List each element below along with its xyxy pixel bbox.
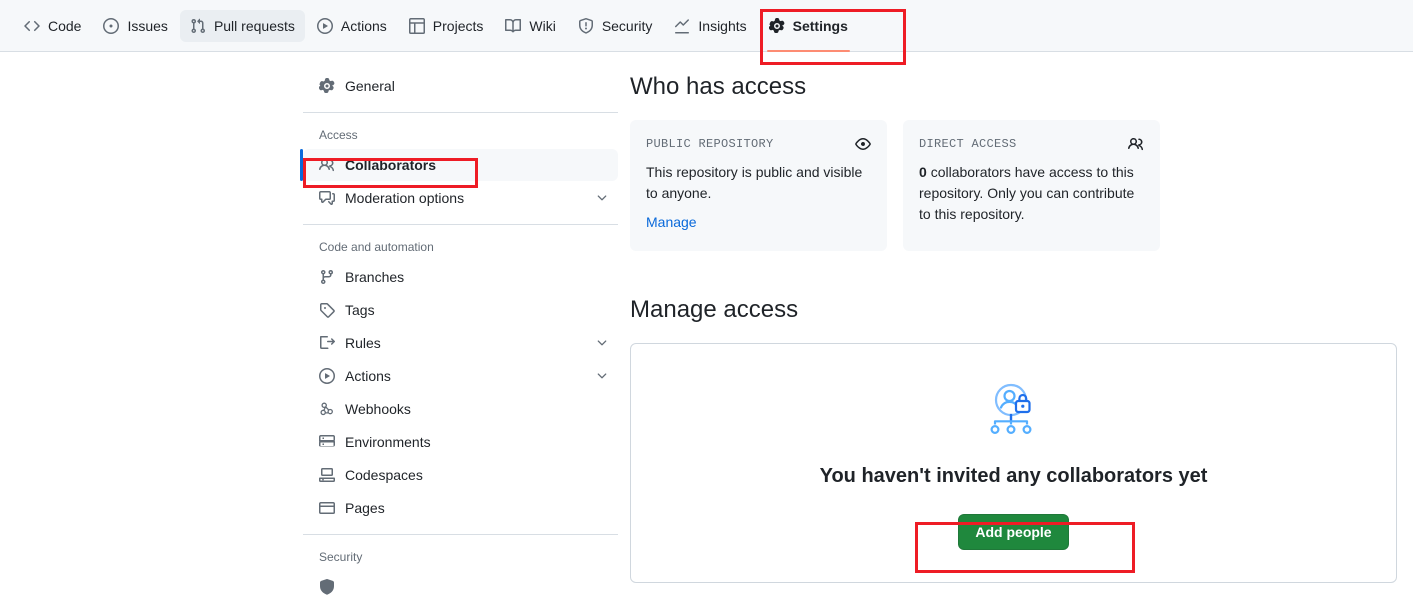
nav-item-label: Projects [432,17,484,34]
nav-item-actions[interactable]: Actions [307,10,397,42]
code-icon [24,18,40,34]
git-pull-request-icon [190,18,206,34]
server-icon [319,434,335,450]
comment-discussion-icon [319,190,335,206]
sidebar-item-codespaces[interactable]: Codespaces [303,459,618,491]
card-header: PUBLIC REPOSITORY [646,136,871,152]
sidebar-section-access: Access [319,128,358,142]
sidebar-item-label: Codespaces [345,467,423,483]
sidebar-item-label: Webhooks [345,401,411,417]
direct-access-card: DIRECT ACCESS 0 collaborators have acces… [903,120,1160,251]
git-branch-icon [319,269,335,285]
settings-sidebar: General Access Collaborators Moderation … [300,70,618,604]
manage-link[interactable]: Manage [646,214,697,230]
sidebar-item-label: Branches [345,269,405,285]
main-content: Who has access PUBLIC REPOSITORY This re… [630,72,1400,583]
gear-icon [768,17,785,34]
nav-item-code[interactable]: Code [14,10,91,42]
nav-item-label: Code [48,17,82,34]
sidebar-item-label: Moderation options [345,190,465,206]
nav-item-label: Wiki [529,17,556,34]
card-header: DIRECT ACCESS [919,136,1144,152]
sidebar-item-moderation-options[interactable]: Moderation options [303,182,618,214]
play-icon [316,17,333,34]
play-icon [319,368,335,384]
book-icon [505,18,522,34]
card-body: This repository is public and visible to… [646,164,863,201]
chevron-down-icon [594,335,610,351]
tag-icon [319,302,335,318]
nav-item-label: Settings [792,17,848,34]
webhook-icon [319,401,335,417]
sidebar-item-label: Environments [345,434,431,450]
sidebar-item-collaborators[interactable]: Collaborators [300,149,618,181]
nav-item-label: Pull requests [213,17,295,34]
add-people-button[interactable]: Add people [958,514,1069,550]
sidebar-section-security: Security [319,550,363,564]
nav-item-label: Insights [698,17,747,34]
nav-item-wiki[interactable]: Wiki [495,10,565,42]
issue-opened-icon [103,17,120,34]
sidebar-divider [303,534,618,535]
sidebar-item-label: Tags [345,302,375,318]
card-body: 0 collaborators have access to this repo… [919,162,1144,225]
nav-item-projects[interactable]: Projects [399,10,494,42]
nav-item-settings[interactable]: Settings [759,10,858,52]
person-lock-org-chart-illustration [983,382,1045,443]
nav-item-security[interactable]: Security [568,10,663,42]
sidebar-item-tags[interactable]: Tags [303,294,618,326]
card-label: PUBLIC REPOSITORY [646,137,774,151]
access-cards: PUBLIC REPOSITORY This repository is pub… [630,120,1400,251]
table-icon [408,17,425,34]
shield-icon [578,17,594,34]
public-repository-card: PUBLIC REPOSITORY This repository is pub… [630,120,887,251]
card-body-text: collaborators have access to this reposi… [919,164,1135,222]
nav-item-pull-requests[interactable]: Pull requests [179,9,305,42]
shield-icon [319,579,335,595]
card-label: DIRECT ACCESS [919,137,1017,151]
sidebar-section-code-and-automation: Code and automation [319,240,434,254]
graph-icon [674,18,690,34]
sidebar-item-label: Pages [345,500,385,516]
rule-icon [319,335,335,351]
manage-access-title: Manage access [630,296,799,323]
sidebar-item-label: General [345,78,395,94]
sidebar-divider [303,112,618,113]
who-has-access-title: Who has access [630,73,807,100]
manage-access-panel: You haven't invited any collaborators ye… [630,343,1397,583]
sidebar-item-general[interactable]: General [303,70,618,102]
nav-item-label: Security [601,17,653,34]
active-tab-underline [766,49,850,52]
people-icon [319,157,335,173]
sidebar-item-rules[interactable]: Rules [303,327,618,359]
chevron-down-icon [594,368,610,384]
browser-icon [319,500,335,516]
sidebar-item-pages[interactable]: Pages [303,492,618,524]
repo-nav: Code Issues Pull requests Actions Projec [0,0,1413,52]
sidebar-item-label: Rules [345,335,381,351]
empty-state-title: You haven't invited any collaborators ye… [819,465,1208,487]
nav-item-label: Actions [340,17,387,34]
collaborator-count: 0 [919,164,927,180]
codespaces-icon [319,467,335,483]
nav-item-issues[interactable]: Issues [93,10,177,42]
sidebar-item-branches[interactable]: Branches [303,261,618,293]
sidebar-item-actions[interactable]: Actions [303,360,618,392]
sidebar-item-webhooks[interactable]: Webhooks [303,393,618,425]
nav-item-insights[interactable]: Insights [664,10,756,42]
sidebar-item-environments[interactable]: Environments [303,426,618,458]
gear-icon [319,78,335,94]
nav-item-label: Issues [127,17,168,34]
people-icon [1128,136,1144,152]
eye-icon [855,136,871,152]
repo-nav-list: Code Issues Pull requests Actions Projec [0,0,1413,52]
sidebar-item-security-partial[interactable] [303,571,618,603]
sidebar-divider [303,224,618,225]
chevron-down-icon [594,190,610,206]
sidebar-item-label: Collaborators [345,157,437,173]
sidebar-item-label: Actions [345,368,391,384]
